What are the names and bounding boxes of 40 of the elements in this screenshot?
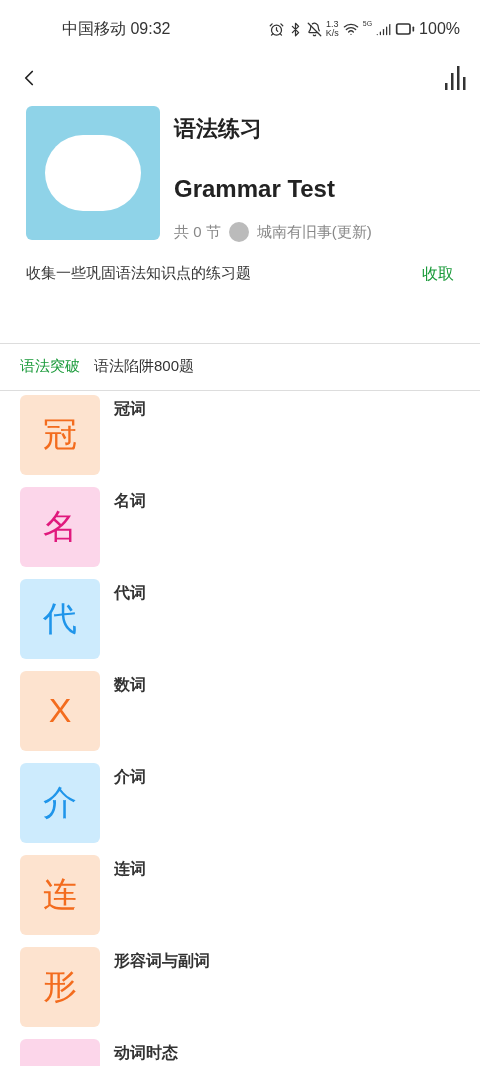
lesson-count: 共 0 节 bbox=[174, 222, 221, 242]
lesson-title[interactable]: 名词 bbox=[114, 488, 146, 567]
tile-glyph: 介 bbox=[43, 782, 77, 823]
wifi-icon bbox=[342, 21, 359, 37]
author-name[interactable]: 城南有旧事(更新) bbox=[256, 221, 372, 244]
tile-glyph: 形 bbox=[43, 966, 77, 1007]
net-speed: 1.3 bbox=[325, 20, 339, 29]
net-speed-unit: K/s bbox=[325, 29, 339, 38]
tile-glyph: 代 bbox=[43, 598, 77, 639]
tile-glyph: 冠 bbox=[43, 414, 77, 455]
battery-level: 100% bbox=[419, 19, 460, 39]
lesson-title[interactable]: 代词 bbox=[114, 580, 146, 659]
lesson-tile[interactable]: X bbox=[20, 670, 100, 751]
course-description: 收集一些巩固语法知识点的练习题 bbox=[26, 263, 251, 284]
tab[interactable]: 语法陷阱800题 bbox=[94, 355, 195, 378]
stats-icon[interactable] bbox=[444, 65, 466, 91]
lesson-title[interactable]: 数词 bbox=[114, 672, 146, 751]
alarm-icon bbox=[268, 21, 284, 37]
tile-glyph: 名 bbox=[43, 506, 77, 547]
lesson-tile[interactable]: 名 bbox=[20, 486, 100, 567]
lesson-title[interactable]: 连词 bbox=[114, 856, 146, 935]
signal-icon bbox=[376, 21, 392, 37]
collapse-button[interactable]: 收取 bbox=[422, 261, 454, 286]
lesson-title[interactable]: 介词 bbox=[114, 764, 146, 843]
lesson-tile[interactable]: 形 bbox=[20, 946, 100, 1027]
tab[interactable]: 语法突破 bbox=[20, 355, 80, 378]
lesson-title[interactable]: 冠词 bbox=[114, 396, 146, 475]
lesson-title[interactable]: 动词时态 bbox=[114, 1040, 178, 1066]
tile-glyph: X bbox=[48, 690, 72, 731]
lesson-tile[interactable]: 冠 bbox=[20, 394, 100, 475]
course-title: 语法练习 bbox=[174, 115, 263, 143]
lesson-tile[interactable]: 代 bbox=[20, 578, 100, 659]
lesson-title[interactable]: 形容词与副词 bbox=[114, 948, 210, 1027]
tile-glyph: 连 bbox=[43, 874, 77, 915]
bell-off-icon bbox=[306, 21, 322, 37]
carrier-time: 中国移动 09:32 bbox=[62, 19, 171, 39]
course-subtitle: Grammar Test bbox=[174, 174, 336, 204]
lesson-tile[interactable]: 连 bbox=[20, 854, 100, 935]
lesson-tile[interactable]: 介 bbox=[20, 762, 100, 843]
avatar bbox=[228, 222, 249, 243]
